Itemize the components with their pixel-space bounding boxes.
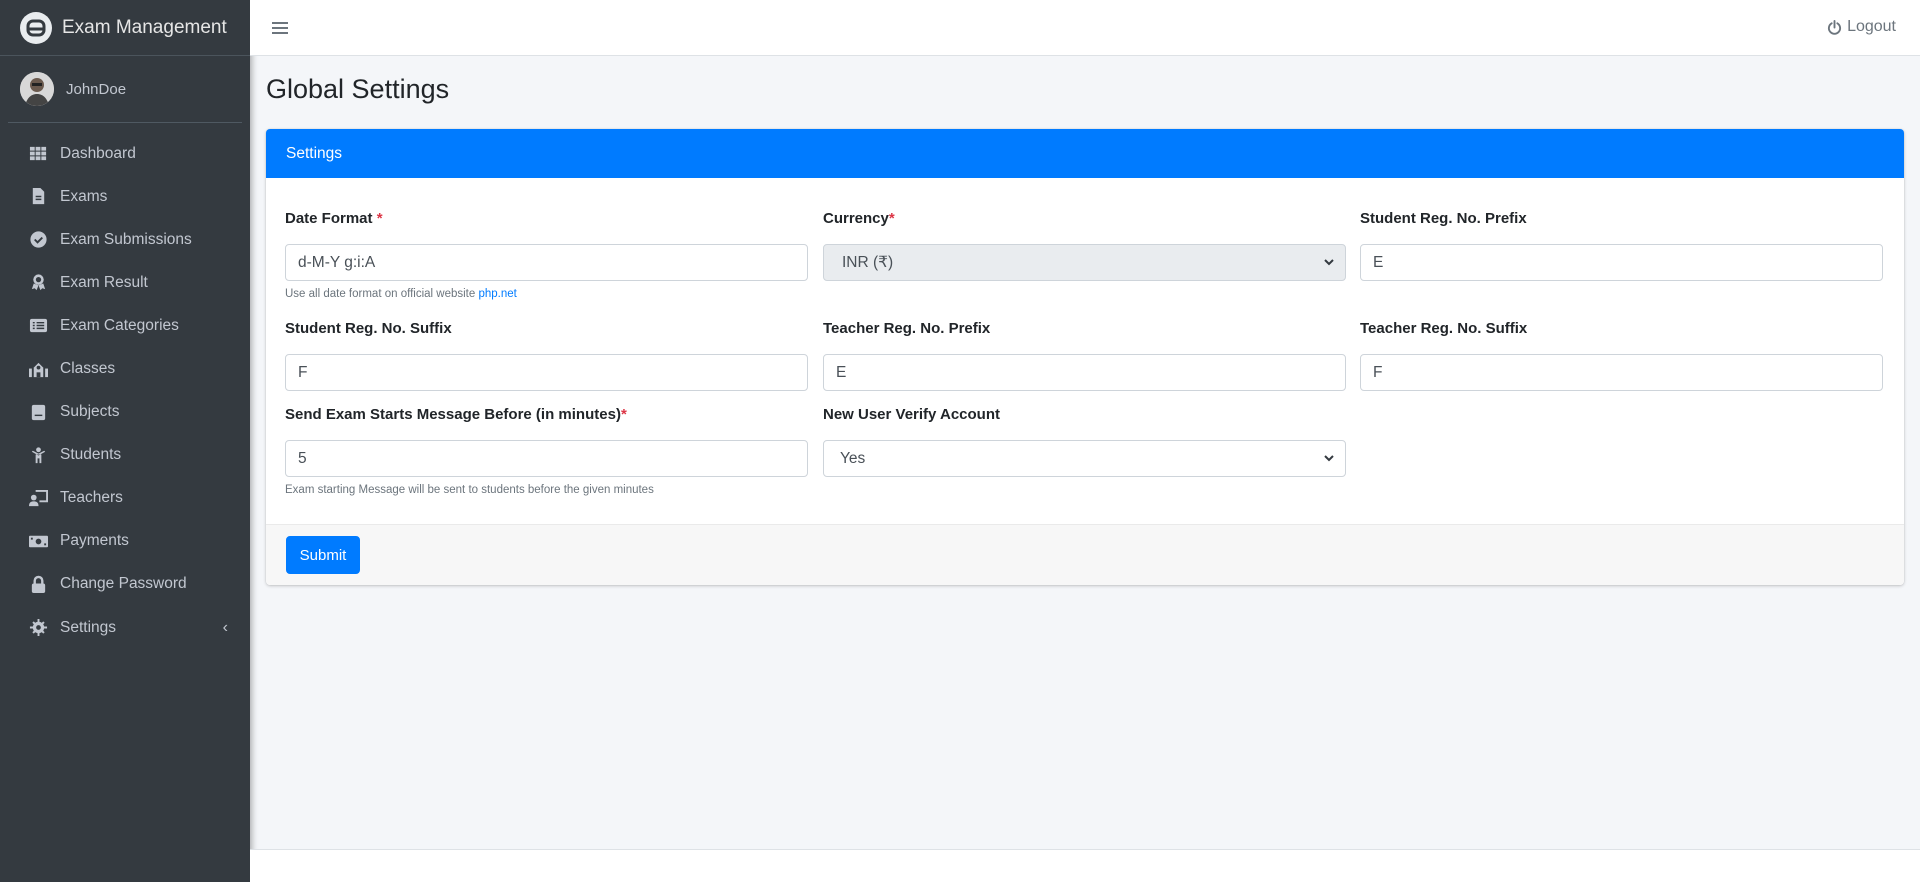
verify-group: New User Verify Account Yes	[823, 406, 1346, 477]
teacher-prefix-value: E	[836, 363, 847, 381]
verify-label: New User Verify Account	[823, 406, 1001, 423]
sidebar-item-classes[interactable]: Classes	[0, 347, 250, 390]
student-suffix-group: Student Reg. No. Suffix F	[285, 320, 808, 391]
teacher-suffix-value: F	[1373, 363, 1383, 381]
sidebar-item-students[interactable]: Students	[0, 434, 250, 477]
verify-select[interactable]: Yes	[823, 440, 1346, 477]
sidebar-item-label: Dashboard	[60, 144, 136, 162]
sidebar-item-label: Subjects	[60, 403, 120, 421]
page-title: Global Settings	[266, 74, 450, 104]
sidebar-item-label: Exam Categories	[60, 316, 179, 334]
currency-group: Currency* INR (₹)	[823, 210, 1346, 281]
student-suffix-value: F	[298, 363, 308, 381]
power-icon	[1828, 19, 1842, 35]
php-net-link[interactable]: php.net	[478, 288, 516, 300]
sidebar-item-exam-submissions[interactable]: Exam Submissions	[0, 218, 250, 261]
currency-value: INR (₹)	[842, 254, 894, 271]
sidebar-item-label: Students	[60, 446, 122, 464]
lock-icon	[28, 574, 48, 594]
sidebar-item-label: Exams	[60, 187, 108, 205]
date-format-help: Use all date format on official website …	[285, 288, 808, 300]
exam-message-label: Send Exam Starts Message Before (in minu…	[285, 406, 621, 423]
sidebar-item-exam-result[interactable]: Exam Result	[0, 261, 250, 304]
sidebar-item-label: Exam Result	[60, 273, 148, 291]
logo-icon	[20, 11, 52, 44]
currency-select[interactable]: INR (₹)	[823, 244, 1346, 281]
sidebar-item-subjects[interactable]: Subjects	[0, 391, 250, 434]
verify-value: Yes	[840, 449, 866, 467]
award-icon	[28, 273, 48, 293]
required-mark: *	[376, 210, 383, 227]
submit-button[interactable]: Submit	[286, 536, 360, 574]
school-icon	[28, 359, 48, 379]
gear-icon	[28, 618, 48, 638]
exam-message-input[interactable]: 5	[285, 440, 808, 477]
student-prefix-group: Student Reg. No. Prefix E	[1360, 210, 1883, 281]
teacher-suffix-group: Teacher Reg. No. Suffix F	[1360, 320, 1883, 391]
teacher-prefix-input[interactable]: E	[823, 354, 1346, 391]
exam-message-group: Send Exam Starts Message Before (in minu…	[285, 406, 808, 496]
check-circle-icon	[28, 230, 48, 250]
sidebar-nav: Dashboard Exams Exam Submissions Exam Resul…	[0, 132, 250, 649]
currency-label: Currency	[823, 210, 889, 227]
avatar	[20, 72, 54, 106]
money-icon	[28, 531, 48, 551]
chevron-left-icon: ‹	[222, 618, 228, 636]
sidebar-item-settings[interactable]: Settings ‹	[0, 606, 250, 649]
sidebar-item-label: Teachers	[60, 489, 123, 507]
sidebar-item-label: Settings	[60, 618, 117, 636]
student-prefix-input[interactable]: E	[1360, 244, 1883, 281]
file-icon	[28, 187, 48, 207]
chevron-down-icon	[1324, 259, 1334, 266]
sidebar-item-payments[interactable]: Payments	[0, 520, 250, 563]
exam-message-value: 5	[298, 449, 307, 467]
date-format-value: d-M-Y g:i:A	[298, 253, 376, 271]
grid-icon	[28, 144, 48, 164]
teacher-suffix-label: Teacher Reg. No. Suffix	[1360, 320, 1528, 337]
logout-button[interactable]: Logout	[1827, 18, 1896, 36]
brand-link[interactable]: Exam Management	[0, 0, 250, 56]
user-panel[interactable]: JohnDoe	[8, 56, 242, 123]
required-mark: *	[888, 210, 895, 227]
card-header: Settings	[266, 129, 1904, 178]
student-suffix-label: Student Reg. No. Suffix	[285, 320, 452, 337]
date-format-group: Date Format * d-M-Y g:i:A Use all date f…	[285, 210, 808, 300]
card-footer: Submit	[266, 524, 1904, 585]
sidebar-item-label: Change Password	[60, 575, 187, 593]
list-icon	[28, 316, 48, 336]
logout-label: Logout	[1847, 18, 1896, 35]
sidebar-item-label: Classes	[60, 360, 116, 378]
sidebar-item-teachers[interactable]: Teachers	[0, 477, 250, 520]
sidebar-item-change-password[interactable]: Change Password	[0, 563, 250, 606]
date-format-label: Date Format	[285, 210, 377, 227]
date-format-input[interactable]: d-M-Y g:i:A	[285, 244, 808, 281]
exam-message-help: Exam starting Message will be sent to st…	[285, 484, 654, 496]
top-navbar: Logout	[250, 0, 1920, 56]
teacher-prefix-label: Teacher Reg. No. Prefix	[823, 320, 991, 337]
sidebar-item-label: Exam Submissions	[60, 230, 192, 248]
brand-title: Exam Management	[62, 16, 227, 38]
sidebar-item-exams[interactable]: Exams	[0, 175, 250, 218]
user-name: JohnDoe	[66, 80, 127, 98]
teacher-icon	[28, 488, 48, 508]
student-suffix-input[interactable]: F	[285, 354, 808, 391]
teacher-suffix-input[interactable]: F	[1360, 354, 1883, 391]
student-prefix-value: E	[1373, 253, 1384, 271]
chevron-down-icon	[1324, 455, 1334, 462]
sidebar-item-dashboard[interactable]: Dashboard	[0, 132, 250, 175]
sidebar-item-label: Payments	[60, 532, 129, 550]
sidebar: Exam Management JohnDoe Dashboard Exams Ex…	[0, 0, 250, 882]
teacher-prefix-group: Teacher Reg. No. Prefix E	[823, 320, 1346, 391]
page-footer	[250, 849, 1920, 882]
book-icon	[28, 402, 48, 422]
settings-card: Settings Date Format * d-M-Y g:i:A Use a…	[266, 129, 1904, 585]
child-icon	[28, 445, 48, 465]
menu-toggle-icon[interactable]	[272, 19, 288, 37]
required-mark: *	[620, 406, 627, 423]
student-prefix-label: Student Reg. No. Prefix	[1360, 210, 1527, 227]
sidebar-item-exam-categories[interactable]: Exam Categories	[0, 304, 250, 347]
help-text: Use all date format on official website	[285, 288, 479, 300]
